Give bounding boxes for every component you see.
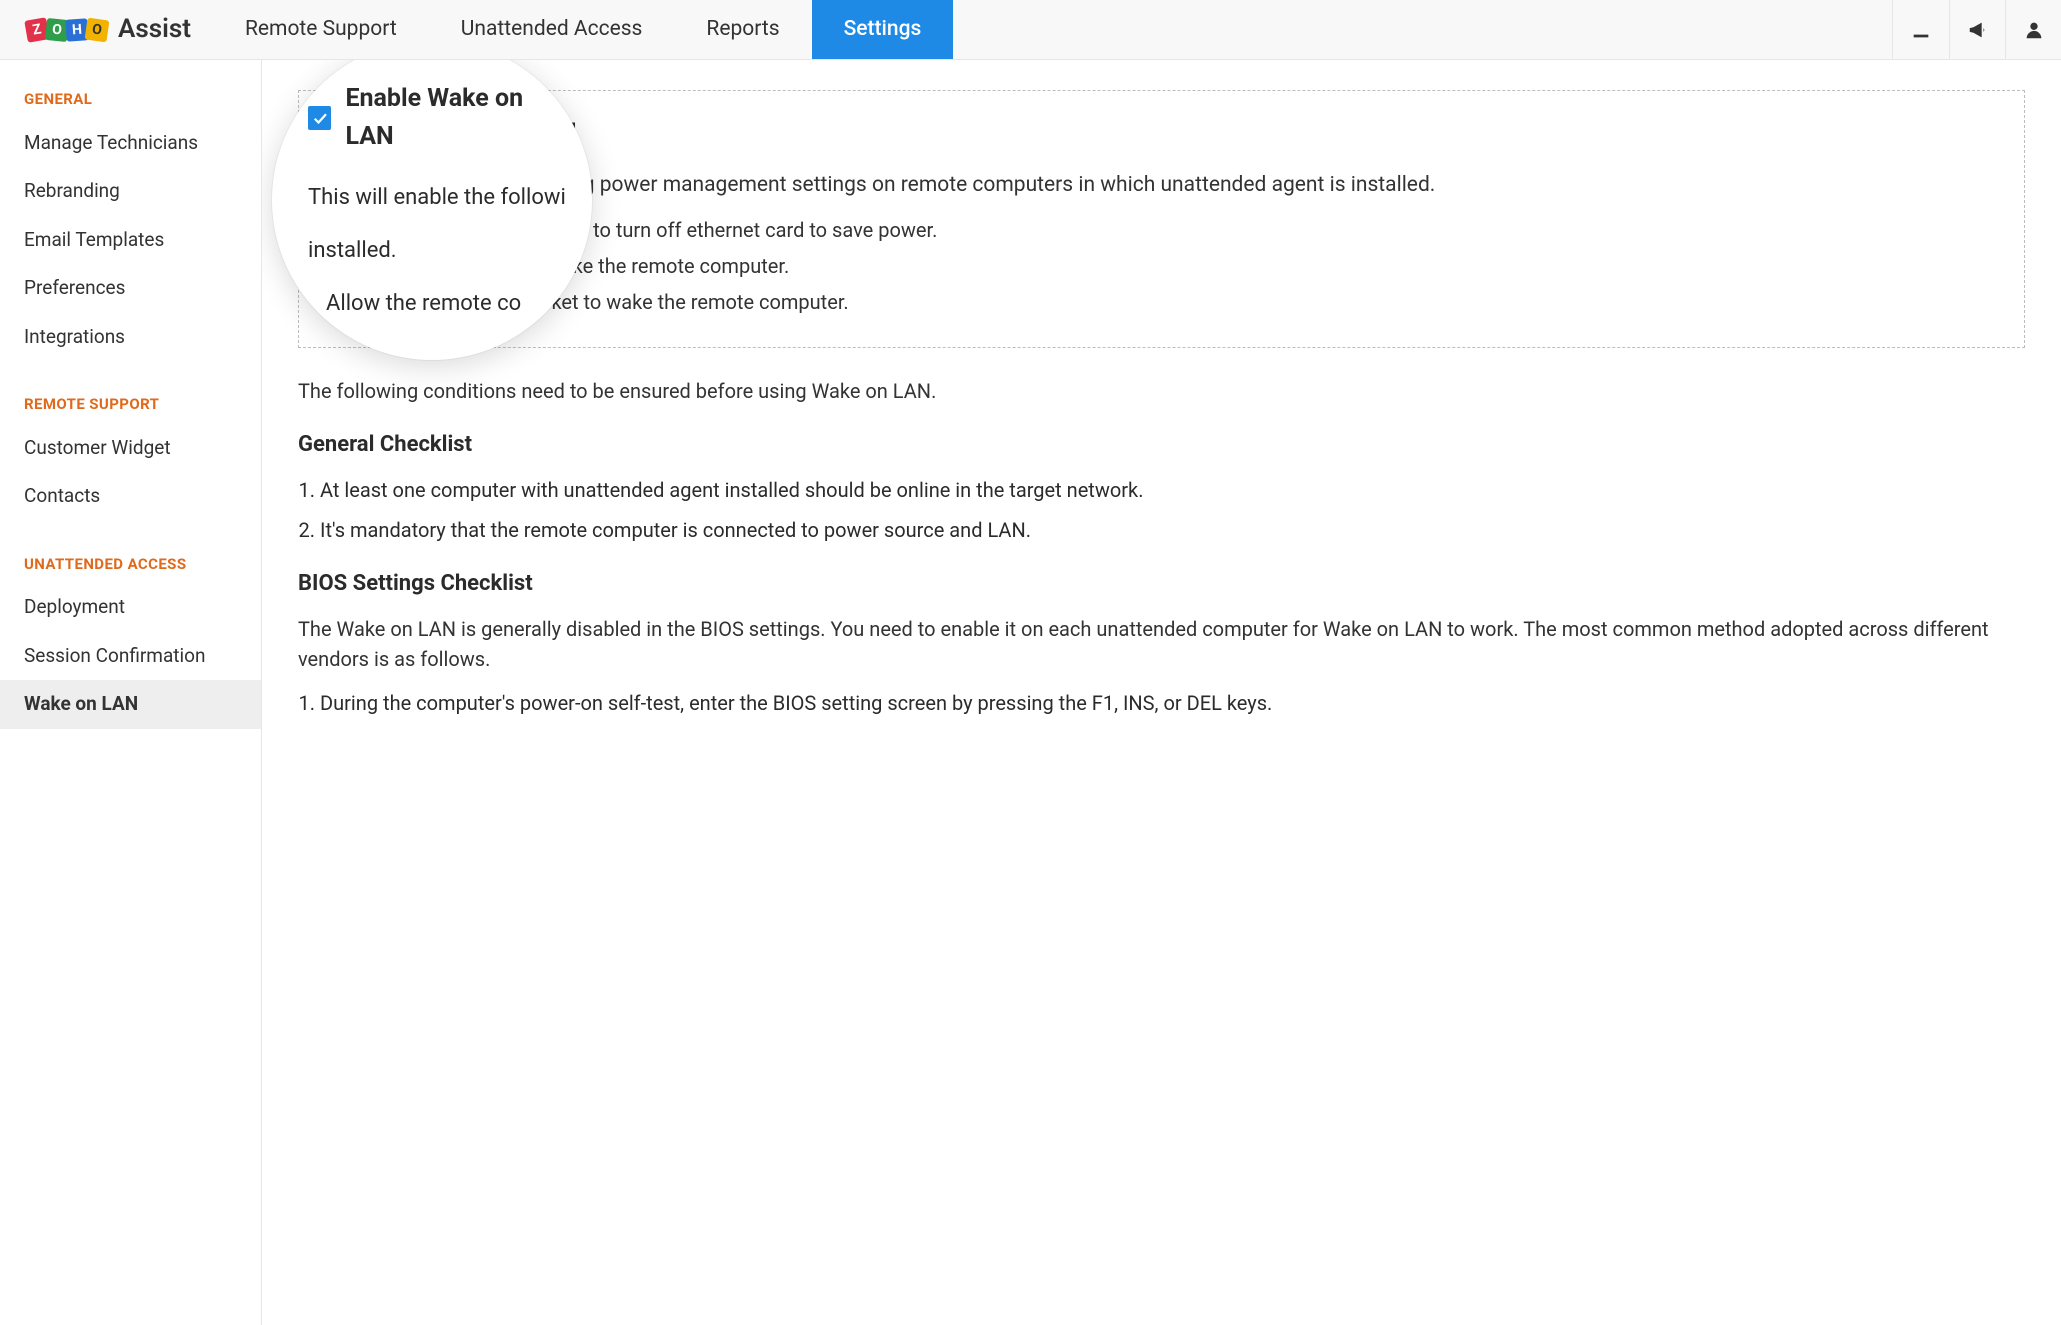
sidebar-item-label: Rebranding bbox=[24, 179, 120, 202]
list-item: At least one computer with unattended ag… bbox=[320, 475, 2025, 505]
enable-wol-description: This will enable the following power man… bbox=[325, 170, 1998, 202]
bios-list: During the computer's power-on self-test… bbox=[320, 688, 2025, 718]
user-icon[interactable] bbox=[2005, 0, 2061, 59]
sidebar-item-preferences[interactable]: Preferences bbox=[0, 264, 261, 313]
enable-wol-row: Enable Wake on LAN bbox=[325, 115, 1998, 150]
announcement-icon[interactable] bbox=[1949, 0, 2005, 59]
conditions-intro: The following conditions need to be ensu… bbox=[298, 376, 2025, 406]
sidebar-item-label: Contacts bbox=[24, 484, 100, 507]
sidebar-item-rebranding[interactable]: Rebranding bbox=[0, 167, 261, 216]
nav-settings[interactable]: Settings bbox=[812, 0, 954, 59]
sidebar-item-contacts[interactable]: Contacts bbox=[0, 472, 261, 521]
nav-label: Settings bbox=[844, 14, 922, 46]
layout: GENERAL Manage Technicians Rebranding Em… bbox=[0, 60, 2061, 1325]
sidebar-item-email-templates[interactable]: Email Templates bbox=[0, 216, 261, 265]
sidebar-item-label: Session Confirmation bbox=[24, 644, 205, 667]
brand-name: Assist bbox=[118, 10, 191, 49]
sidebar-item-label: Integrations bbox=[24, 325, 125, 348]
list-item: Allow the remote computer to turn off et… bbox=[347, 215, 1998, 245]
topbar: Z O H O Assist Remote Support Unattended… bbox=[0, 0, 2061, 60]
sidebar-item-label: Deployment bbox=[24, 595, 125, 618]
sidebar: GENERAL Manage Technicians Rebranding Em… bbox=[0, 60, 262, 1325]
zoho-logo-icon: Z O H O bbox=[26, 19, 106, 41]
general-checklist: At least one computer with unattended ag… bbox=[320, 475, 2025, 545]
topbar-right bbox=[1892, 0, 2061, 59]
sidebar-item-label: Preferences bbox=[24, 276, 125, 299]
list-item: Allow ethernet card to wake the remote c… bbox=[347, 251, 1998, 281]
sidebar-item-session-confirmation[interactable]: Session Confirmation bbox=[0, 632, 261, 681]
sidebar-group-general: GENERAL Manage Technicians Rebranding Em… bbox=[0, 78, 261, 361]
enable-wol-checkbox[interactable] bbox=[325, 120, 349, 144]
sidebar-item-label: Email Templates bbox=[24, 228, 164, 251]
primary-nav: Remote Support Unattended Access Reports… bbox=[213, 0, 1892, 59]
download-icon[interactable] bbox=[1893, 0, 1949, 59]
nav-label: Remote Support bbox=[245, 14, 397, 46]
sidebar-group-title: UNATTENDED ACCESS bbox=[0, 543, 261, 584]
brand: Z O H O Assist bbox=[0, 0, 213, 59]
sidebar-group-title: REMOTE SUPPORT bbox=[0, 383, 261, 424]
list-item: It's mandatory that the remote computer … bbox=[320, 515, 2025, 545]
sidebar-item-integrations[interactable]: Integrations bbox=[0, 313, 261, 362]
general-checklist-title: General Checklist bbox=[298, 428, 2025, 461]
nav-label: Unattended Access bbox=[461, 14, 643, 46]
nav-remote-support[interactable]: Remote Support bbox=[213, 0, 429, 59]
bios-intro: The Wake on LAN is generally disabled in… bbox=[298, 614, 2025, 674]
sidebar-item-label: Customer Widget bbox=[24, 436, 171, 459]
bios-checklist-title: BIOS Settings Checklist bbox=[298, 567, 2025, 600]
sidebar-item-customer-widget[interactable]: Customer Widget bbox=[0, 424, 261, 473]
sidebar-item-label: Wake on LAN bbox=[24, 692, 138, 715]
list-item: During the computer's power-on self-test… bbox=[320, 688, 2025, 718]
sidebar-group-remote-support: REMOTE SUPPORT Customer Widget Contacts bbox=[0, 383, 261, 521]
sidebar-item-manage-technicians[interactable]: Manage Technicians bbox=[0, 119, 261, 168]
sidebar-group-title: GENERAL bbox=[0, 78, 261, 119]
sidebar-item-wake-on-lan[interactable]: Wake on LAN bbox=[0, 680, 261, 729]
enable-wol-panel: Enable Wake on LAN This will enable the … bbox=[298, 90, 2025, 348]
enable-wol-label: Enable Wake on LAN bbox=[363, 115, 577, 150]
nav-label: Reports bbox=[706, 14, 779, 46]
sidebar-item-deployment[interactable]: Deployment bbox=[0, 583, 261, 632]
sidebar-item-label: Manage Technicians bbox=[24, 131, 198, 154]
nav-unattended-access[interactable]: Unattended Access bbox=[429, 0, 675, 59]
enable-wol-list: Allow the remote computer to turn off et… bbox=[347, 215, 1998, 317]
sidebar-group-unattended-access: UNATTENDED ACCESS Deployment Session Con… bbox=[0, 543, 261, 729]
content: Enable Wake on LAN This will enable the … bbox=[262, 60, 2061, 1325]
check-icon bbox=[328, 123, 346, 141]
nav-reports[interactable]: Reports bbox=[674, 0, 811, 59]
list-item: Only allow a magic packet to wake the re… bbox=[347, 287, 1998, 317]
